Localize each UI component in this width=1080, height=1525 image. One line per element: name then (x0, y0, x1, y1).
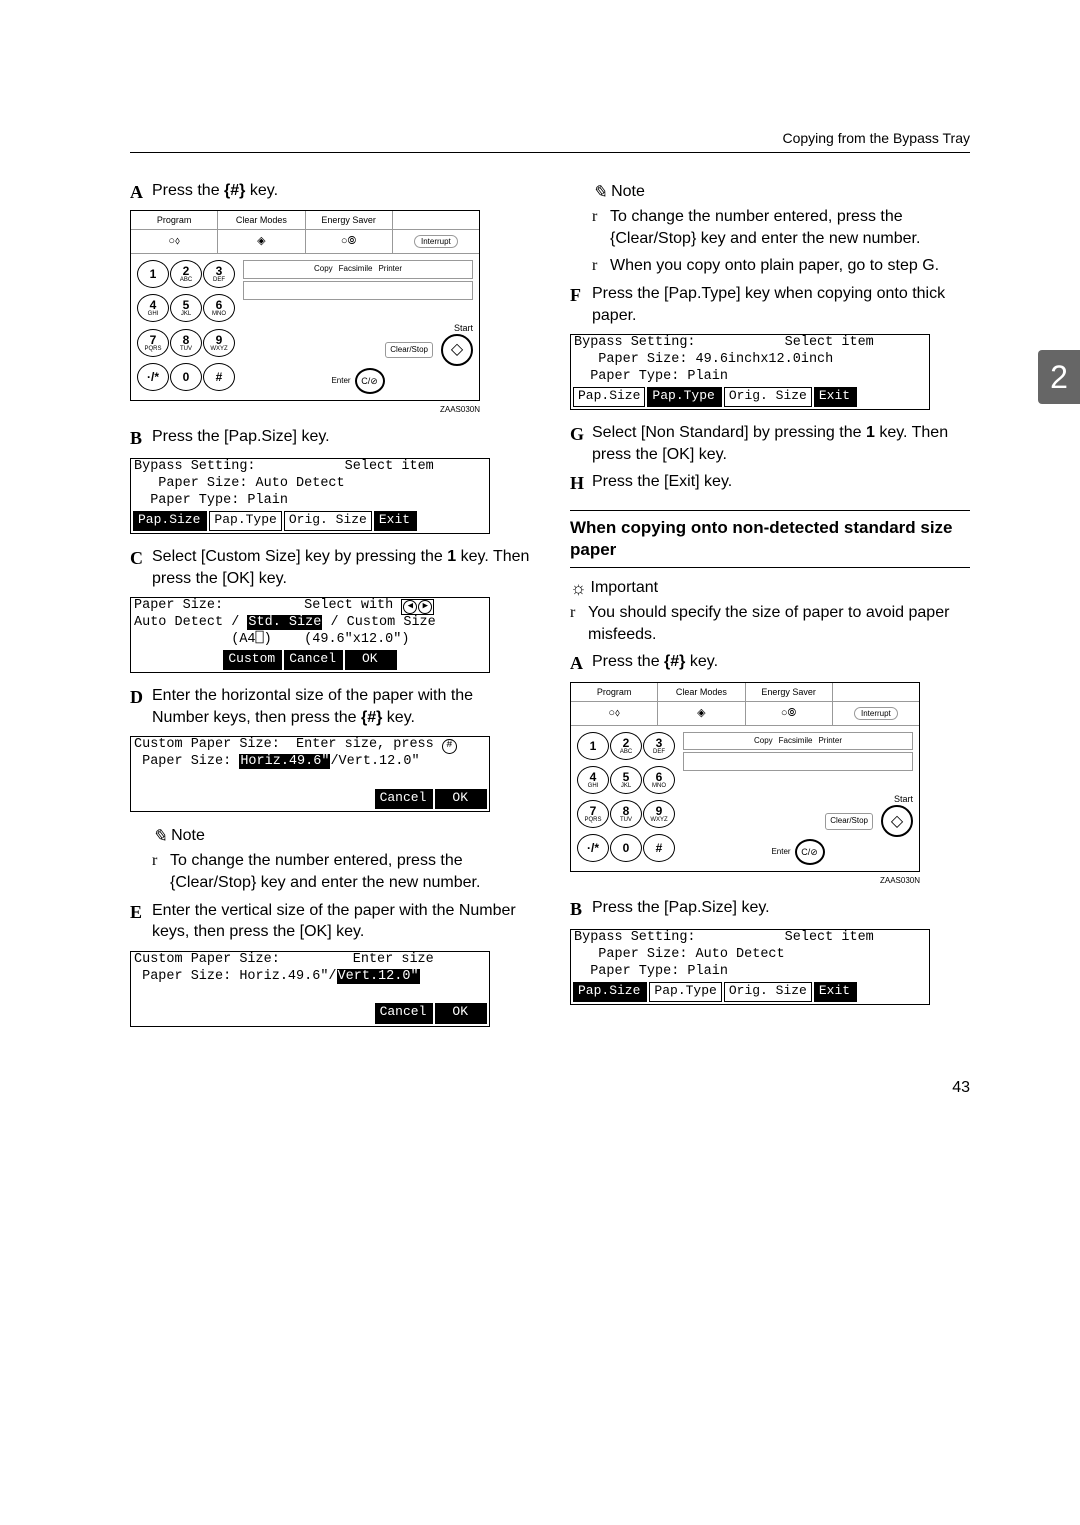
note-item: r To change the number entered, press th… (592, 206, 970, 249)
step-B: B Press the [Pap.Size] key. (130, 426, 530, 450)
start-icon: ◇ (441, 334, 473, 366)
lcd-custom-vert: Custom Paper Size: Enter size Paper Size… (130, 951, 490, 1027)
step-F: F Press the [Pap.Type] key when copying … (570, 283, 970, 326)
running-header: Copying from the Bypass Tray (782, 130, 970, 146)
step-H: H Press the [Exit] key. (570, 471, 970, 495)
left-column: A Press the {#} key. Program Clear Modes… (130, 180, 530, 1039)
pencil-icon: ✎ (592, 180, 607, 204)
lcd-bypass-setting: Bypass Setting: Select item Paper Size: … (130, 458, 490, 534)
right-column: ✎ Note r To change the number entered, p… (570, 180, 970, 1039)
step-D: D Enter the horizontal size of the paper… (130, 685, 530, 728)
img-code: ZAAS030N (570, 876, 920, 887)
note-heading: ✎ Note (592, 180, 970, 204)
control-panel-image: Program Clear Modes Energy Saver ○⬨ ◈ ○⦾… (130, 210, 480, 401)
step-E: E Enter the vertical size of the paper w… (130, 900, 530, 943)
numpad: 1 2ABC 3DEF 4GHI 5JKL 6MNO 7PQRS 8TUV 9W… (137, 260, 233, 394)
lcd-bypass-setting: Bypass Setting: Select item Paper Size: … (570, 929, 930, 1005)
lcd-custom-horiz: Custom Paper Size: Enter size, press # P… (130, 736, 490, 812)
chapter-tab: 2 (1038, 350, 1080, 404)
step-A: A Press the {#} key. (130, 180, 530, 204)
step-G: G Select [Non Standard] by pressing the … (570, 422, 970, 465)
header-rule (130, 152, 970, 153)
section-heading: When copying onto non-detected standard … (570, 510, 970, 568)
important-item: r You should specify the size of paper t… (570, 602, 970, 645)
img-code: ZAAS030N (130, 405, 480, 416)
pencil-icon: ✎ (152, 824, 167, 848)
page-number: 43 (130, 1079, 970, 1097)
control-panel-image: Program Clear Modes Energy Saver ○⬨ ◈ ○⦾… (570, 682, 920, 873)
note-item: r When you copy onto plain paper, go to … (592, 255, 970, 277)
lcd-paper-size: Paper Size: Select with ◀▶ Auto Detect /… (130, 597, 490, 673)
step-C: C Select [Custom Size] key by pressing t… (130, 546, 530, 589)
note-heading: ✎ Note (152, 824, 530, 848)
important-heading: ☼ Important (570, 576, 970, 600)
hash-key-ref: {#} (224, 182, 245, 199)
step-B2: B Press the [Pap.Size] key. (570, 897, 970, 921)
step-A2: A Press the {#} key. (570, 651, 970, 675)
lcd-bypass-thick: Bypass Setting: Select item Paper Size: … (570, 334, 930, 410)
note-item: r To change the number entered, press th… (152, 850, 530, 893)
exclamation-icon: ☼ (570, 576, 587, 600)
